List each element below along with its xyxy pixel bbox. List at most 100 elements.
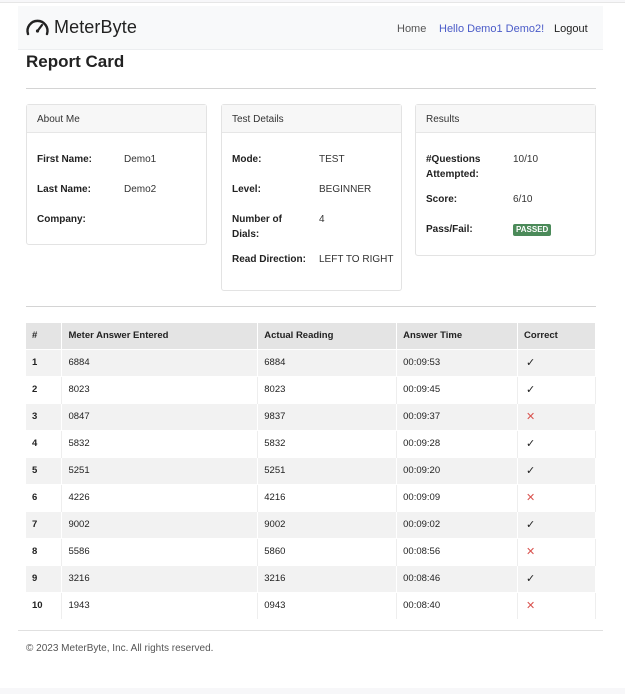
read-direction-value: LEFT TO RIGHT [319,254,394,265]
dials-label-line2: Dials: [232,229,260,240]
card-title: About Me [27,105,206,133]
column-header-number: # [26,323,63,349]
answer-time-cell: 00:09:45 [396,375,519,403]
answer-time-cell: 00:09:28 [396,429,519,457]
correct-cell: ✓ [517,375,596,403]
page-title: Report Card [26,52,125,71]
correct-cell: ✕ [517,591,596,619]
attempted-label-line2: Attempted: [426,169,479,180]
status-badge: PASSED [513,224,552,236]
column-header-actual-reading: Actual Reading [257,323,398,349]
brand-logo[interactable]: MeterByte [25,17,137,38]
footer-copyright: © 2023 MeterByte, Inc. All rights reserv… [26,643,214,654]
nav-user-greeting[interactable]: Hello Demo1 Demo2! [439,23,544,35]
last-name-label: Last Name: [37,184,91,195]
last-name-value: Demo2 [124,184,157,195]
meter-answer-cell: 4226 [61,483,259,511]
answer-time-cell: 00:09:02 [396,510,519,538]
meter-answer-cell: 5832 [61,429,259,457]
actual-reading-cell: 5860 [257,537,398,565]
check-icon: ✓ [526,519,536,531]
answer-time-cell: 00:09:09 [396,483,519,511]
answer-time-cell: 00:09:20 [396,456,519,484]
company-label: Company: [37,214,86,225]
correct-cell: ✓ [517,564,596,592]
answer-time-cell: 00:08:56 [396,537,519,565]
gauge-icon [26,19,49,36]
meter-answer-cell: 5586 [61,537,259,565]
mode-value: TEST [319,154,345,165]
answer-time-cell: 00:09:53 [396,348,519,376]
correct-cell: ✓ [517,510,596,538]
pass-fail-label: Pass/Fail: [426,224,473,235]
level-label: Level: [232,184,261,195]
attempted-label-line1: #Questions [426,154,481,165]
actual-reading-cell: 6884 [257,348,398,376]
navbar: MeterByte Home Hello Demo1 Demo2! Logout [18,6,603,50]
meter-answer-cell: 8023 [61,375,259,403]
attempted-value: 10/10 [513,154,539,165]
answers-table: # Meter Answer Entered Actual Reading An… [26,323,596,619]
actual-reading-cell: 0943 [257,591,398,619]
row-number-cell: 2 [26,375,63,403]
actual-reading-cell: 9837 [257,402,398,430]
score-value: 6/10 [513,194,533,205]
cross-icon: ✕ [526,492,536,504]
check-icon: ✓ [526,384,536,396]
row-number-cell: 7 [26,510,63,538]
actual-reading-cell: 5832 [257,429,398,457]
table-row: 2 8023 8023 00:09:45 ✓ [26,375,596,403]
check-icon: ✓ [526,357,536,369]
card-title: Results [416,105,595,133]
meter-answer-cell: 3216 [61,564,259,592]
table-row: 10 1943 0943 00:08:40 ✕ [26,591,596,619]
card-title: Test Details [222,105,401,133]
column-header-answer-time: Answer Time [396,323,519,349]
check-icon: ✓ [526,573,536,585]
divider [26,88,596,89]
cross-icon: ✕ [526,546,536,558]
divider [26,306,596,307]
meter-answer-cell: 1943 [61,591,259,619]
row-number-cell: 4 [26,429,63,457]
row-number-cell: 1 [26,348,63,376]
actual-reading-cell: 5251 [257,456,398,484]
meter-answer-cell: 0847 [61,402,259,430]
table-row: 5 5251 5251 00:09:20 ✓ [26,456,596,484]
table-body: 1 6884 6884 00:09:53 ✓ 2 8023 8023 00:09:45 ✓ 3 084… [26,348,596,619]
correct-cell: ✕ [517,483,596,511]
cross-icon: ✕ [526,411,536,423]
check-icon: ✓ [526,438,536,450]
row-number-cell: 9 [26,564,63,592]
results-card: Results #Questions Attempted: 10/10 Scor… [415,104,596,256]
table-row: 7 9002 9002 00:09:02 ✓ [26,510,596,538]
meter-answer-cell: 6884 [61,348,259,376]
answer-time-cell: 00:09:37 [396,402,519,430]
nav-logout-link[interactable]: Logout [554,23,588,35]
first-name-label: First Name: [37,154,93,165]
table-row: 3 0847 9837 00:09:37 ✕ [26,402,596,430]
table-row: 8 5586 5860 00:08:56 ✕ [26,537,596,565]
answer-time-cell: 00:08:46 [396,564,519,592]
page: MeterByte Home Hello Demo1 Demo2! Logout… [0,2,625,688]
correct-cell: ✓ [517,348,596,376]
actual-reading-cell: 8023 [257,375,398,403]
row-number-cell: 10 [26,591,63,619]
test-details-card: Test Details Mode: TEST Level: BEGINNER … [221,104,402,291]
meter-answer-cell: 9002 [61,510,259,538]
table-row: 9 3216 3216 00:08:46 ✓ [26,564,596,592]
table-header-row: # Meter Answer Entered Actual Reading An… [26,323,596,349]
table-row: 1 6884 6884 00:09:53 ✓ [26,348,596,376]
cross-icon: ✕ [526,600,536,613]
footer-divider [18,630,603,631]
dials-label-line1: Number of [232,214,282,225]
mode-label: Mode: [232,154,262,165]
correct-cell: ✕ [517,537,596,565]
row-number-cell: 8 [26,537,63,565]
nav-home-link[interactable]: Home [397,23,426,35]
actual-reading-cell: 4216 [257,483,398,511]
correct-cell: ✓ [517,456,596,484]
row-number-cell: 5 [26,456,63,484]
answer-time-cell: 00:08:40 [396,591,519,619]
read-direction-label: Read Direction: [232,254,306,265]
